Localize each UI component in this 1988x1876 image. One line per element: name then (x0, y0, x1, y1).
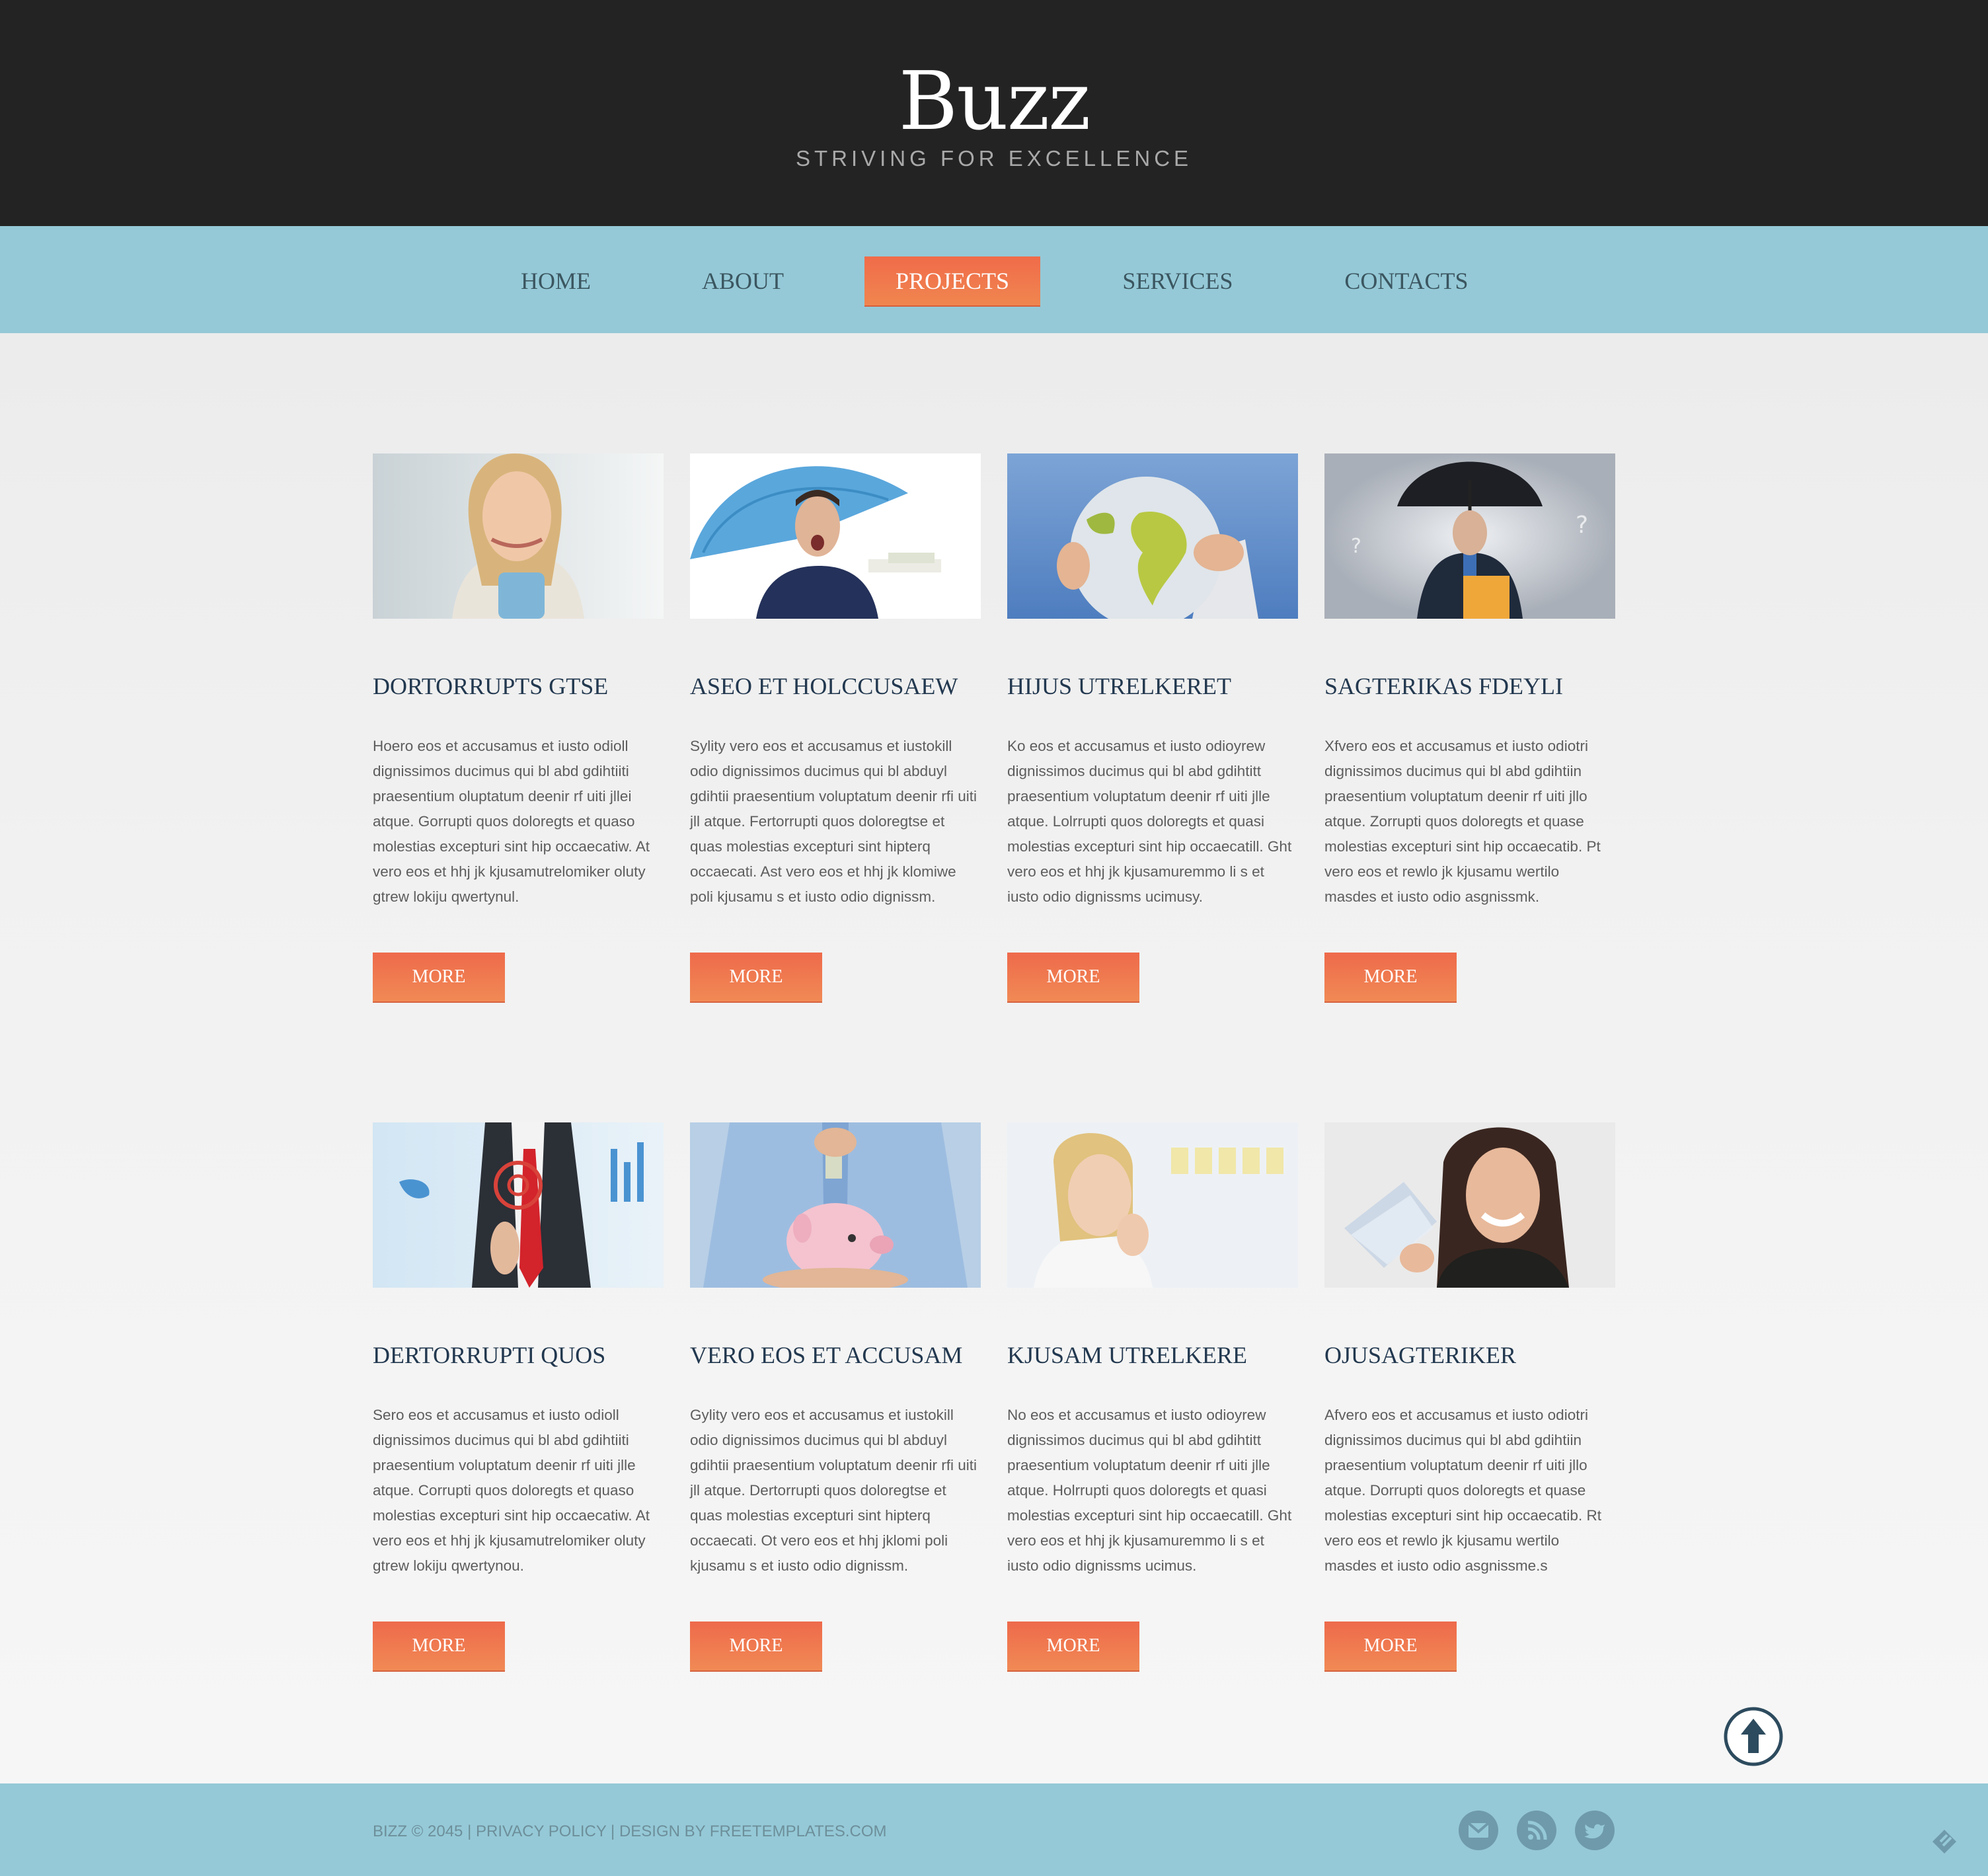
project-description: Gylity vero eos et accusamus et iustokil… (690, 1407, 977, 1574)
project-image[interactable] (1007, 453, 1298, 619)
project-description: No eos et accusamus et iusto odioyrew di… (1007, 1407, 1292, 1574)
project-title[interactable]: ASEO ET HOLCCUSAEW (690, 672, 994, 701)
site-logo[interactable]: Buzz (0, 52, 1988, 151)
project-description: Sero eos et accusamus et iusto odioll di… (373, 1407, 650, 1574)
project-description: Afvero eos et accusamus et iusto odiotri… (1324, 1407, 1601, 1574)
project-description: Hoero eos et accusamus et iusto odioll d… (373, 738, 650, 905)
project-image[interactable] (690, 453, 981, 619)
more-button[interactable]: MORE (1007, 953, 1139, 1001)
more-button[interactable]: MORE (1324, 953, 1457, 1001)
feedback-icon[interactable] (1929, 1822, 1964, 1857)
svg-text:?: ? (1351, 535, 1361, 558)
project-image[interactable] (690, 1122, 981, 1288)
nav-services[interactable]: SERVICES (1105, 256, 1250, 305)
footer-copyright[interactable]: BIZZ © 2045 | PRIVACY POLICY | DESIGN BY… (373, 1822, 886, 1842)
svg-text:?: ? (1576, 512, 1588, 539)
more-button[interactable]: MORE (1324, 1622, 1457, 1670)
project-description: Sylity vero eos et accusamus et iustokil… (690, 738, 977, 905)
project-title[interactable]: DERTORRUPTI QUOS (373, 1341, 677, 1370)
nav-projects[interactable]: PROJECTS (864, 256, 1040, 305)
rss-icon[interactable] (1516, 1810, 1557, 1851)
project-description: Xfvero eos et accusamus et iusto odiotri… (1324, 738, 1601, 905)
twitter-icon[interactable] (1574, 1810, 1615, 1851)
arrow-up-icon (1724, 1707, 1783, 1766)
project-image[interactable] (373, 453, 664, 619)
project-title[interactable]: HIJUS UTRELKERET (1007, 672, 1311, 701)
project-title[interactable]: SAGTERIKAS FDEYLI (1324, 672, 1628, 701)
nav-contacts[interactable]: CONTACTS (1334, 256, 1479, 305)
scroll-to-top-button[interactable] (1724, 1707, 1783, 1766)
main-nav: HOME ABOUT PROJECTS SERVICES CONTACTS (0, 226, 1988, 333)
more-button[interactable]: MORE (1007, 1622, 1139, 1670)
project-title[interactable]: OJUSAGTERIKER (1324, 1341, 1628, 1370)
project-image[interactable] (373, 1122, 664, 1288)
project-title[interactable]: KJUSAM UTRELKERE (1007, 1341, 1311, 1370)
projects-section: DORTORRUPTS GTSE Hoero eos et accusamus … (0, 333, 1988, 1783)
project-image[interactable]: ? ? (1324, 453, 1615, 619)
more-button[interactable]: MORE (690, 1622, 822, 1670)
nav-about[interactable]: ABOUT (687, 256, 798, 305)
project-image[interactable] (1324, 1122, 1615, 1288)
more-button[interactable]: MORE (373, 1622, 505, 1670)
more-button[interactable]: MORE (690, 953, 822, 1001)
site-tagline: STRIVING FOR EXCELLENCE (795, 146, 1193, 171)
nav-home[interactable]: HOME (500, 256, 612, 305)
project-description: Ko eos et accusamus et iusto odioyrew di… (1007, 738, 1292, 905)
site-header: Buzz STRIVING FOR EXCELLENCE (0, 0, 1988, 226)
project-image[interactable] (1007, 1122, 1298, 1288)
more-button[interactable]: MORE (373, 953, 505, 1001)
project-title[interactable]: VERO EOS ET ACCUSAM (690, 1341, 994, 1370)
mail-icon[interactable] (1458, 1810, 1499, 1851)
project-title[interactable]: DORTORRUPTS GTSE (373, 672, 677, 701)
site-footer: BIZZ © 2045 | PRIVACY POLICY | DESIGN BY… (0, 1783, 1988, 1876)
